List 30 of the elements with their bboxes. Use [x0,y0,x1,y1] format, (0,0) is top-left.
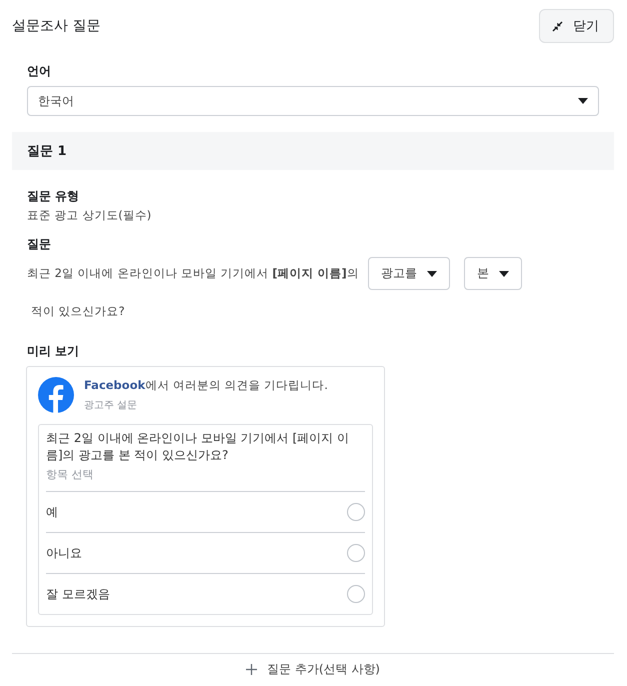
preview-subtitle: 광고주 설문 [84,399,138,412]
caret-icon [498,270,509,276]
word-dropdown[interactable]: 본 [464,257,522,290]
section-header: 질문 1 [12,132,614,170]
field-value: 표준 광고 상기도(필수) [27,208,152,223]
field-label: 질문 유형 [27,188,80,205]
preview-headline: Facebook에서 여러분의 의견을 기다립니다. [84,378,328,393]
add-question-button[interactable]: 질문 추가(선택 사항) [12,653,614,685]
radio-button[interactable] [347,585,365,603]
language-select[interactable]: 한국어 [27,86,599,116]
option-label: 예 [46,504,58,520]
facebook-logo-icon [38,377,74,413]
field-label: 미리 보기 [27,343,80,360]
radio-button[interactable] [347,503,365,521]
word-dropdown[interactable]: 광고를 [368,257,450,290]
collapse-icon [552,20,563,32]
close-button[interactable]: 닫기 [539,9,614,43]
field-label: 언어 [27,63,52,80]
plus-icon [246,664,257,675]
preview-hint: 항목 선택 [46,467,94,482]
caret-icon [578,98,588,104]
question-text: 적이 있으신가요? [31,304,126,319]
option-label: 아니요 [46,544,82,562]
field-label: 질문 [27,236,52,253]
caret-icon [426,270,437,276]
panel-title: 설문조사 질문 [12,17,100,35]
radio-button[interactable] [347,544,365,562]
preview-question: 최근 2일 이내에 온라인이나 모바일 기기에서 [페이지 이름]의 광고를 본 적이 있으신가요? [46,430,350,464]
option-label: 잘 모르겠음 [46,586,110,602]
question-text: 최근 2일 이내에 온라인이나 모바일 기기에서 [페이지 이름]의 [27,266,359,281]
